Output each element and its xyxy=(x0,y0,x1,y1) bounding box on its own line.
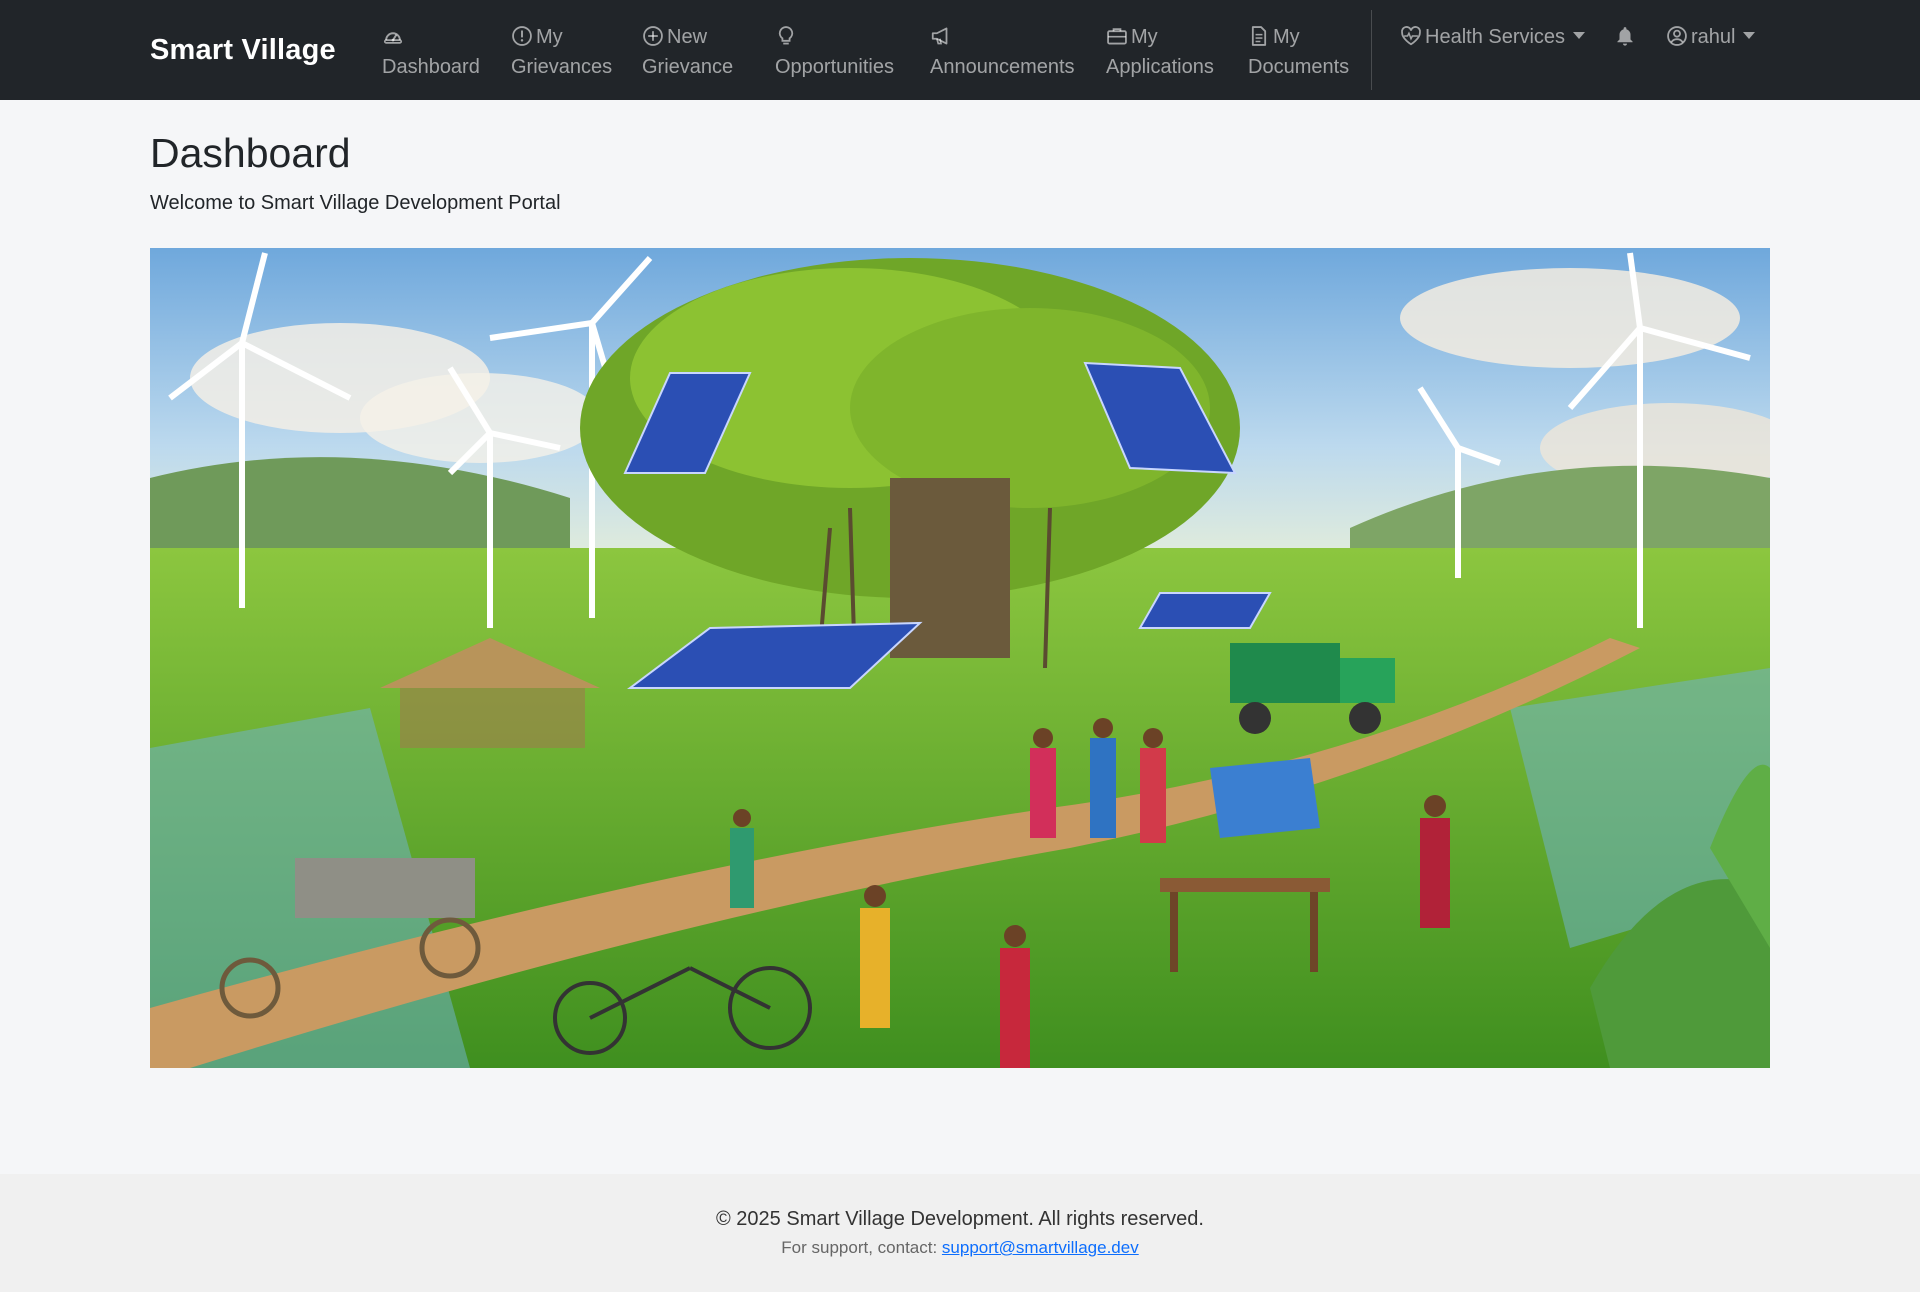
chevron-down-icon xyxy=(1573,32,1586,39)
megaphone-icon xyxy=(930,25,952,47)
nav-my-documents-label: Documents xyxy=(1248,56,1350,78)
nav-my-applications-line1: My xyxy=(1131,26,1158,48)
footer-support-prefix: For support, contact: xyxy=(781,1238,942,1257)
footer-support: For support, contact: support@smartvilla… xyxy=(0,1238,1920,1258)
nav-opportunities-label: Opportunities xyxy=(775,56,894,78)
exclamation-circle-icon xyxy=(511,25,533,47)
nav-dashboard[interactable]: Dashboard xyxy=(382,22,480,82)
top-navbar: Smart Village Dashboard My Grievances Ne… xyxy=(0,0,1920,100)
nav-dashboard-label: Dashboard xyxy=(382,56,480,78)
lightbulb-icon xyxy=(775,25,797,47)
nav-new-grievance-label: Grievance xyxy=(642,56,734,78)
nav-my-applications[interactable]: My Applications xyxy=(1106,22,1214,82)
nav-opportunities[interactable]: Opportunities xyxy=(775,22,894,82)
heart-pulse-icon xyxy=(1400,25,1422,47)
nav-announcements[interactable]: Announcements xyxy=(930,22,1075,82)
nav-my-documents[interactable]: My Documents xyxy=(1248,22,1349,82)
nav-my-documents-line1: My xyxy=(1273,26,1300,48)
document-icon xyxy=(1248,25,1270,47)
nav-my-grievances-label: Grievances xyxy=(511,56,613,78)
bell-icon xyxy=(1614,25,1636,47)
chevron-down-icon xyxy=(1743,32,1756,39)
nav-divider xyxy=(1371,10,1372,90)
nav-my-grievances-line1: My xyxy=(536,26,563,48)
health-services-dropdown[interactable]: Health Services xyxy=(1400,22,1586,52)
nav-new-grievance-line1: New xyxy=(667,26,708,48)
briefcase-icon xyxy=(1106,25,1128,47)
footer: © 2025 Smart Village Development. All ri… xyxy=(0,1174,1920,1292)
village-illustration xyxy=(150,248,1770,1068)
person-circle-icon xyxy=(1666,25,1688,47)
nav-announcements-label: Announcements xyxy=(930,56,1075,78)
plus-circle-icon xyxy=(642,25,664,47)
nav-my-applications-label: Applications xyxy=(1106,56,1214,78)
user-name: rahul xyxy=(1691,26,1736,48)
user-menu-dropdown[interactable]: rahul xyxy=(1666,22,1756,52)
hero-image xyxy=(150,248,1770,1068)
nav-my-grievances[interactable]: My Grievances xyxy=(511,22,612,82)
health-services-label: Health Services xyxy=(1425,26,1566,48)
speedometer-icon xyxy=(382,25,404,47)
notifications-button[interactable] xyxy=(1614,22,1639,52)
brand-logo[interactable]: Smart Village xyxy=(150,34,336,67)
support-email-link[interactable]: support@smartvillage.dev xyxy=(942,1238,1139,1257)
footer-copyright: © 2025 Smart Village Development. All ri… xyxy=(716,1208,1204,1230)
page-subtitle: Welcome to Smart Village Development Por… xyxy=(150,192,561,214)
page-title: Dashboard xyxy=(150,130,351,176)
nav-new-grievance[interactable]: New Grievance xyxy=(642,22,733,82)
